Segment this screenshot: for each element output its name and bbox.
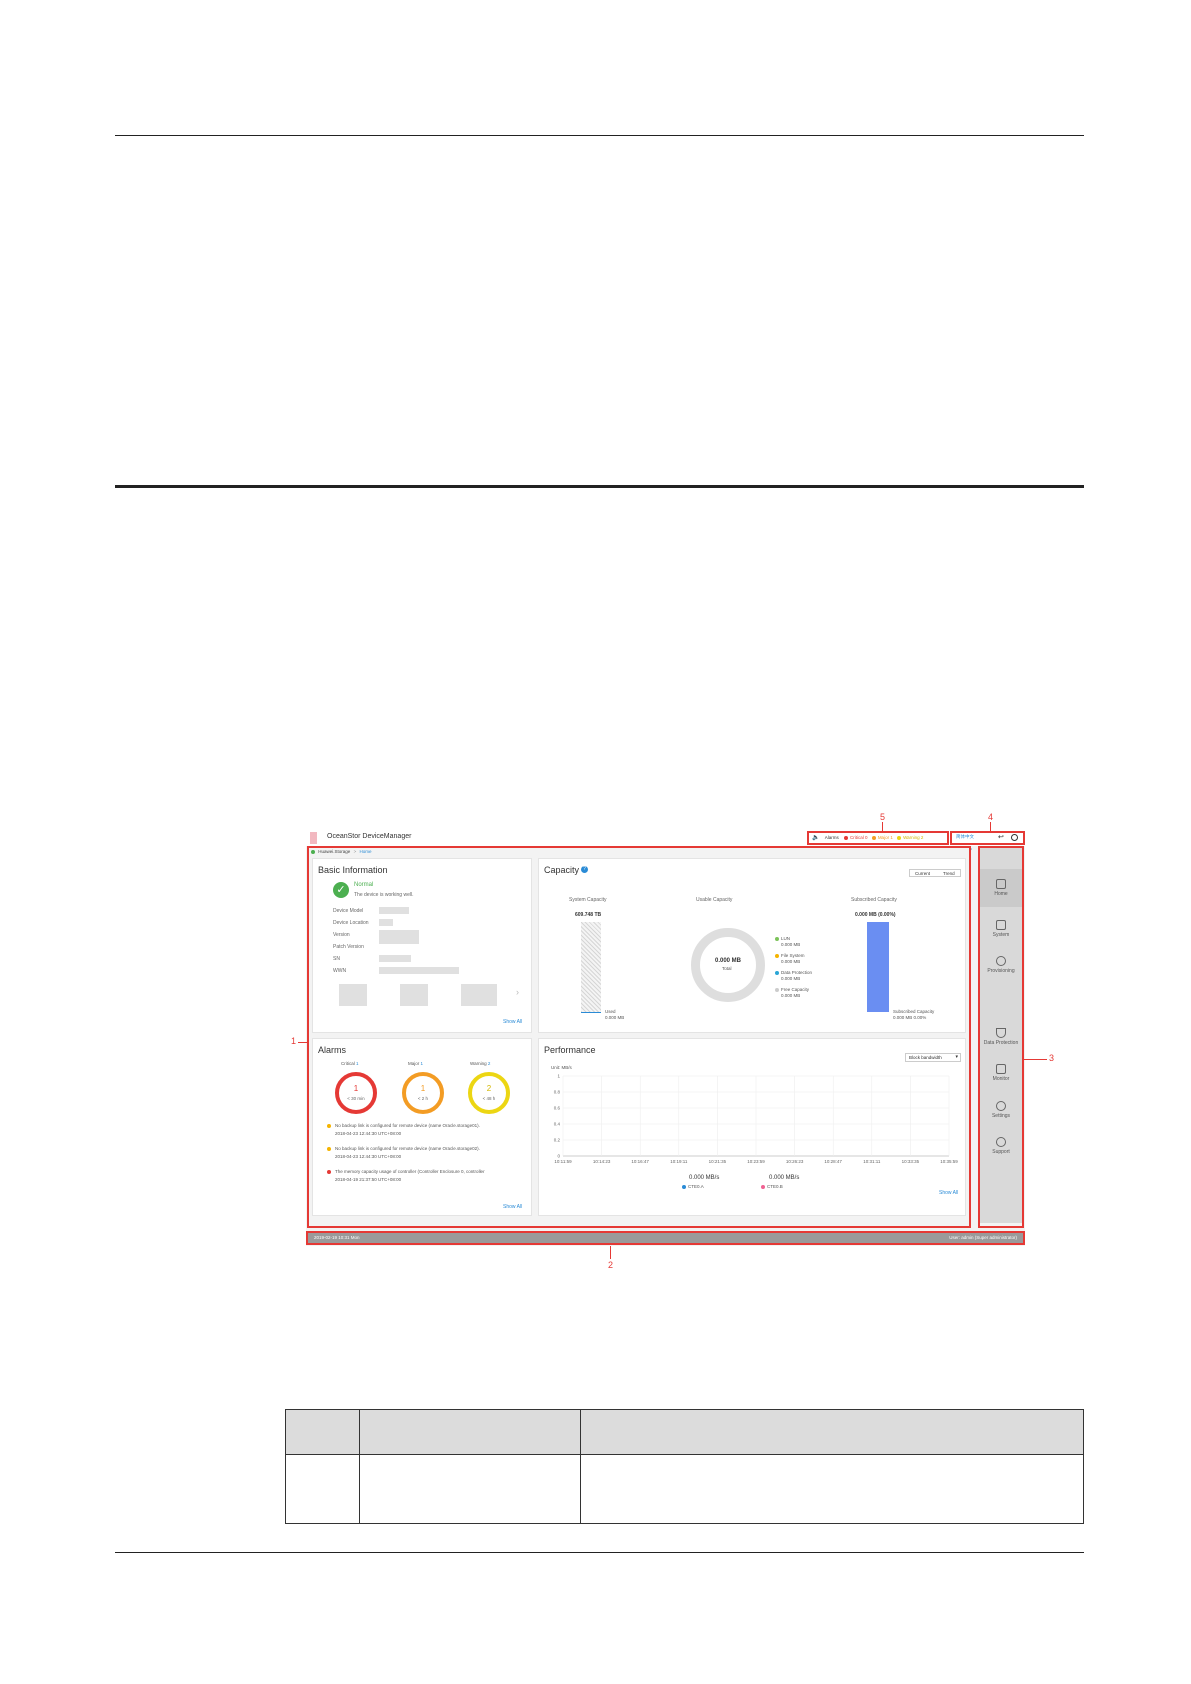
callout-4-line (990, 822, 991, 832)
footer-rule (115, 1552, 1084, 1553)
table-header-cell (285, 1409, 360, 1455)
table-cell (359, 1454, 581, 1524)
callout-box-alarm-bar (807, 831, 949, 845)
table-cell (285, 1454, 360, 1524)
callout-box-header-tools (950, 831, 1025, 845)
callout-3-line (1024, 1059, 1047, 1060)
callout-2-line (610, 1246, 611, 1259)
callout-2: 2 (608, 1260, 614, 1270)
callout-1: 1 (291, 1036, 297, 1046)
table-header-row (285, 1409, 1084, 1455)
callout-box-statusbar (306, 1231, 1025, 1245)
callout-3: 3 (1049, 1053, 1055, 1063)
callout-box-main (307, 846, 971, 1228)
app-title: OceanStor DeviceManager (327, 833, 412, 840)
callout-box-sidebar (978, 846, 1024, 1228)
table-header-cell (580, 1409, 1084, 1455)
description-table (285, 1409, 1084, 1524)
callout-4: 4 (988, 812, 994, 822)
callout-5-line (882, 822, 883, 832)
table-header-cell (359, 1409, 581, 1455)
devicemanager-screenshot: OceanStor DeviceManager 🔈 Alarms Critica… (306, 830, 1025, 1246)
section-rule (115, 485, 1084, 488)
table-row (285, 1454, 1084, 1524)
callout-1-line (298, 1042, 308, 1043)
table-cell (580, 1454, 1084, 1524)
logo-icon (310, 832, 317, 844)
header-rule (115, 135, 1084, 136)
callout-5: 5 (880, 812, 886, 822)
